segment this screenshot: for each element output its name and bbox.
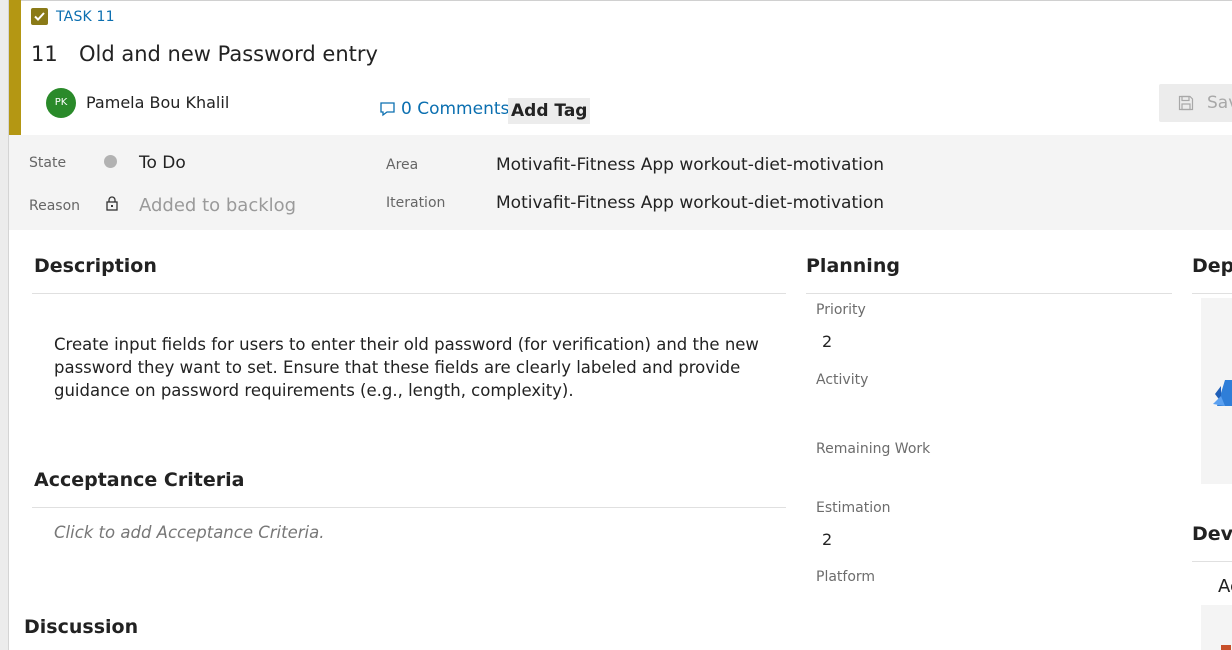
checkbox-icon [31,8,48,25]
iteration-label: Iteration [386,195,446,211]
lock-icon [106,196,118,215]
save-label: Sav [1207,93,1232,113]
development-heading: Deve [1192,523,1232,545]
comments-label: 0 Comments [401,99,510,119]
description-text[interactable]: Create input fields for users to enter t… [54,333,774,402]
work-item-title[interactable]: Old and new Password entry [79,42,378,66]
priority-value[interactable]: 2 [822,332,832,351]
state-label: State [29,155,67,171]
development-add-link[interactable]: Ac [1218,576,1232,597]
work-item-type-accent [9,0,21,135]
work-item-type-label: TASK 11 [56,9,115,25]
assignee-name[interactable]: Pamela Bou Khalil [86,93,229,112]
planning-heading: Planning [806,255,900,277]
platform-label: Platform [816,569,876,585]
remaining-work-label: Remaining Work [816,441,931,457]
estimation-value[interactable]: 2 [822,530,832,549]
state-indicator [104,155,117,168]
iteration-value[interactable]: Motivafit-Fitness App workout-diet-motiv… [496,193,884,213]
reason-label: Reason [29,198,81,214]
deployment-card[interactable] [1201,298,1232,484]
work-item-id: 11 [31,42,58,66]
discussion-heading: Discussion [24,616,139,638]
development-divider [1192,561,1232,562]
area-label: Area [386,157,419,173]
comments-link[interactable]: 0 Comments [379,99,509,119]
avatar[interactable]: PK [46,88,76,118]
work-item-header [9,0,1232,136]
planning-divider [806,293,1172,294]
state-value[interactable]: To Do [139,153,186,173]
comment-icon [380,102,395,117]
description-divider [32,293,786,294]
acceptance-divider [32,507,786,508]
save-button[interactable]: Sav [1159,84,1232,122]
save-icon [1178,95,1194,111]
remaining-work-field[interactable] [816,465,1156,491]
add-tag-button[interactable]: Add Tag [508,98,591,124]
priority-label: Priority [816,302,866,318]
platform-field[interactable] [816,593,1156,619]
development-card-marker [1221,645,1231,650]
reason-value: Added to backlog [139,195,297,216]
area-value[interactable]: Motivafit-Fitness App workout-diet-motiv… [496,155,884,175]
activity-label: Activity [816,372,869,388]
description-heading: Description [34,255,157,277]
acceptance-heading: Acceptance Criteria [34,469,245,491]
estimation-label: Estimation [816,500,891,516]
deployment-divider [1192,293,1232,294]
azure-logo-icon [1213,380,1232,406]
acceptance-input[interactable]: Click to add Acceptance Criteria. [54,523,324,542]
development-card [1201,605,1232,650]
activity-field[interactable] [816,398,1156,424]
deployment-heading: Depl [1192,255,1232,277]
